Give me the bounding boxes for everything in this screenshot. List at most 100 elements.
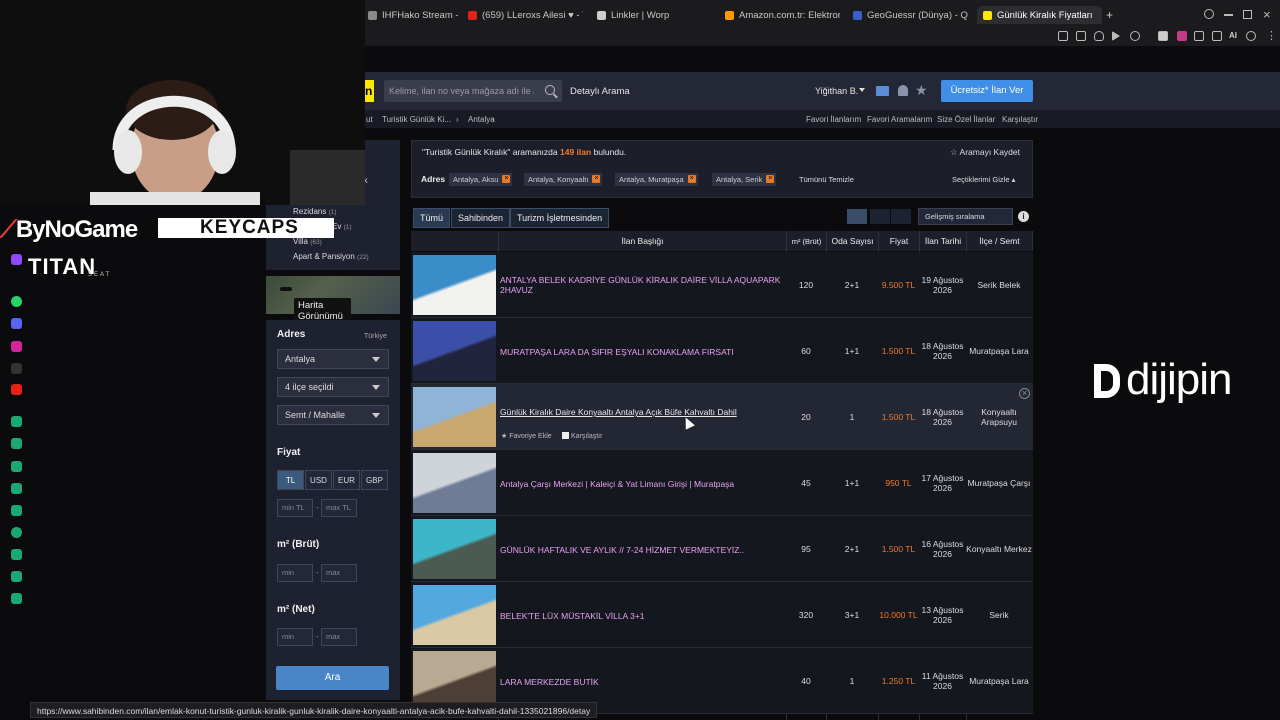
listing-thumbnail[interactable] xyxy=(413,585,496,645)
table-view-icon[interactable] xyxy=(847,209,867,224)
listing-thumbnail[interactable] xyxy=(413,255,496,315)
max-m2-net-input[interactable]: max xyxy=(321,628,357,646)
listing-title-link[interactable]: Günlük Kiralık Daire Konyaaltı Antalya A… xyxy=(500,407,785,417)
grid-view-icon[interactable] xyxy=(891,209,911,224)
favorite-searches-link[interactable]: Favori Aramalarım xyxy=(867,115,932,124)
search-input[interactable] xyxy=(384,80,534,102)
table-row[interactable]: Antalya Çarşı Merkezi | Kaleiçi & Yat Li… xyxy=(411,450,1033,516)
table-row[interactable]: ANTALYA BELEK KADRİYE GÜNLÜK KİRALIK DAİ… xyxy=(411,252,1033,318)
col-rooms[interactable]: Oda Sayısı xyxy=(827,231,879,251)
listing-title-link[interactable]: LARA MERKEZDE BUTİK xyxy=(500,677,785,687)
col-price[interactable]: Fiyat xyxy=(879,231,920,251)
browser-tab-5[interactable]: GeoGuessr (Dünya) - Quiz xyxy=(853,6,968,24)
category-item[interactable]: Rezidans (1) xyxy=(293,207,337,216)
min-m2-gross-input[interactable]: min xyxy=(277,564,313,582)
listing-thumbnail[interactable] xyxy=(413,387,496,447)
app-icon[interactable] xyxy=(11,461,22,472)
filter-chip[interactable]: Antalya, Serik xyxy=(712,173,777,186)
add-favorite-button[interactable]: ★ Favoriye Ekle xyxy=(501,432,552,440)
ai-icon[interactable]: AI xyxy=(1229,31,1237,40)
more-icon[interactable]: ⋮ xyxy=(1266,29,1277,42)
col-location[interactable]: İlçe / Semt xyxy=(967,231,1033,251)
table-row[interactable]: MURATPAŞA LARA DA SIFIR EŞYALI KONAKLAMA… xyxy=(411,318,1033,384)
mail-icon[interactable] xyxy=(876,86,889,96)
currency-usd[interactable]: USD xyxy=(305,470,332,490)
play-icon[interactable] xyxy=(1112,31,1120,41)
extension-icon-2[interactable] xyxy=(1177,31,1187,41)
col-date[interactable]: İlan Tarihi xyxy=(920,231,967,251)
close-window-icon[interactable]: × xyxy=(1263,7,1271,22)
currency-eur[interactable]: EUR xyxy=(333,470,360,490)
max-price-input[interactable]: max TL xyxy=(321,499,357,517)
extension-icon-3[interactable] xyxy=(1194,31,1204,41)
browser-tab-1[interactable]: IHFHako Stream - Wat xyxy=(368,6,458,24)
minimize-icon[interactable] xyxy=(1224,14,1233,16)
col-title[interactable]: İlan Başlığı xyxy=(499,231,787,251)
neighborhood-select[interactable]: Semt / Mahalle xyxy=(277,405,389,425)
filter-chip[interactable]: Antalya, Aksu xyxy=(449,173,513,186)
breadcrumb-item[interactable]: Antalya xyxy=(468,115,495,124)
map-view-button[interactable]: ●Harita Görünümü xyxy=(266,276,400,324)
close-circle-icon[interactable]: × xyxy=(1019,388,1030,399)
settings-icon[interactable] xyxy=(11,593,22,604)
min-price-input[interactable]: min TL xyxy=(277,499,313,517)
table-row[interactable]: Günlük Kiralık Daire Konyaaltı Antalya A… xyxy=(411,384,1033,450)
tiktok-icon[interactable] xyxy=(11,363,22,374)
listing-thumbnail[interactable] xyxy=(413,453,496,513)
compare-checkbox[interactable]: Karşılaştır xyxy=(562,432,602,440)
listing-title-link[interactable]: Antalya Çarşı Merkezi | Kaleiçi & Yat Li… xyxy=(500,479,785,489)
star-icon[interactable]: ★ xyxy=(915,82,928,99)
search-button[interactable]: Ara xyxy=(276,666,389,690)
screenshot-icon[interactable] xyxy=(1076,31,1086,41)
post-ad-button[interactable]: Ücretsiz* İlan Ver xyxy=(941,80,1033,102)
browser-tab-4[interactable]: Amazon.com.tr: Elektronik, xyxy=(725,6,840,24)
new-tab-button[interactable]: + xyxy=(1106,8,1113,22)
district-select[interactable]: 4 ilçe seçildi xyxy=(277,377,389,397)
shield-icon[interactable] xyxy=(1094,31,1104,41)
menu-icon[interactable] xyxy=(1246,31,1256,41)
hide-selected-link[interactable]: Seçtiklerimi Gizle ▴ xyxy=(952,175,1015,184)
tab-owner[interactable]: Sahibinden xyxy=(451,208,511,228)
listing-title-link[interactable]: ANTALYA BELEK KADRİYE GÜNLÜK KİRALIK DAİ… xyxy=(500,275,785,295)
youtube-sidebar-icon[interactable] xyxy=(11,384,22,395)
detailed-search-link[interactable]: Detaylı Arama xyxy=(570,86,630,97)
site-logo[interactable]: n xyxy=(365,80,374,102)
extension-icon[interactable] xyxy=(1158,31,1168,41)
battery-icon[interactable] xyxy=(1212,31,1222,41)
col-m2[interactable]: m² (Brüt) xyxy=(787,231,827,251)
chevron-down-icon[interactable] xyxy=(859,88,865,92)
app-icon[interactable] xyxy=(11,438,22,449)
listing-thumbnail[interactable] xyxy=(413,519,496,579)
browser-tab-2[interactable]: (659) LLeroxs Ailesi ♥ - Y xyxy=(468,6,583,24)
category-item[interactable]: Ev (1) xyxy=(332,222,352,231)
category-item[interactable]: Villa (63) xyxy=(293,237,322,246)
compare-link[interactable]: Karşılaştır xyxy=(1002,115,1038,124)
discord-icon[interactable] xyxy=(11,318,22,329)
user-menu[interactable]: Yiğithan B. xyxy=(815,86,858,96)
whatsapp-icon[interactable] xyxy=(11,296,22,307)
bell-icon[interactable] xyxy=(898,85,908,96)
info-icon[interactable]: i xyxy=(1018,211,1029,222)
listing-title-link[interactable]: BELEK'TE LÜX MÜSTAKİL VİLLA 3+1 xyxy=(500,611,785,621)
app-icon[interactable] xyxy=(11,571,22,582)
instagram-icon[interactable] xyxy=(11,341,22,352)
app-icon[interactable] xyxy=(11,549,22,560)
app-icon[interactable] xyxy=(11,483,22,494)
clear-all-link[interactable]: Tümünü Temizle xyxy=(799,175,854,184)
table-row[interactable]: BELEK'TE LÜX MÜSTAKİL VİLLA 3+1 320 3+1 10.… xyxy=(411,582,1033,648)
table-row[interactable]: GÜNLÜK HAFTALIK VE AYLIK // 7-24 HİZMET … xyxy=(411,516,1033,582)
listing-thumbnail[interactable] xyxy=(413,321,496,381)
bookmark-icon[interactable] xyxy=(1058,31,1068,41)
currency-gbp[interactable]: GBP xyxy=(361,470,388,490)
currency-tl[interactable]: TL xyxy=(277,470,304,490)
list-view-icon[interactable] xyxy=(870,209,890,224)
search-tabs-icon[interactable] xyxy=(1204,9,1214,19)
search-box[interactable] xyxy=(384,80,562,102)
listing-title-link[interactable]: GÜNLÜK HAFTALIK VE AYLIK // 7-24 HİZMET … xyxy=(500,545,785,555)
maximize-icon[interactable] xyxy=(1243,10,1252,19)
max-m2-gross-input[interactable]: max xyxy=(321,564,357,582)
category-item[interactable]: Apart & Pansiyon (22) xyxy=(293,252,369,261)
sort-select[interactable]: Gelişmiş sıralama xyxy=(918,208,1013,225)
breadcrumb-item[interactable]: ut xyxy=(366,115,373,124)
breadcrumb-item[interactable]: Turistik Günlük Ki... xyxy=(382,115,451,124)
